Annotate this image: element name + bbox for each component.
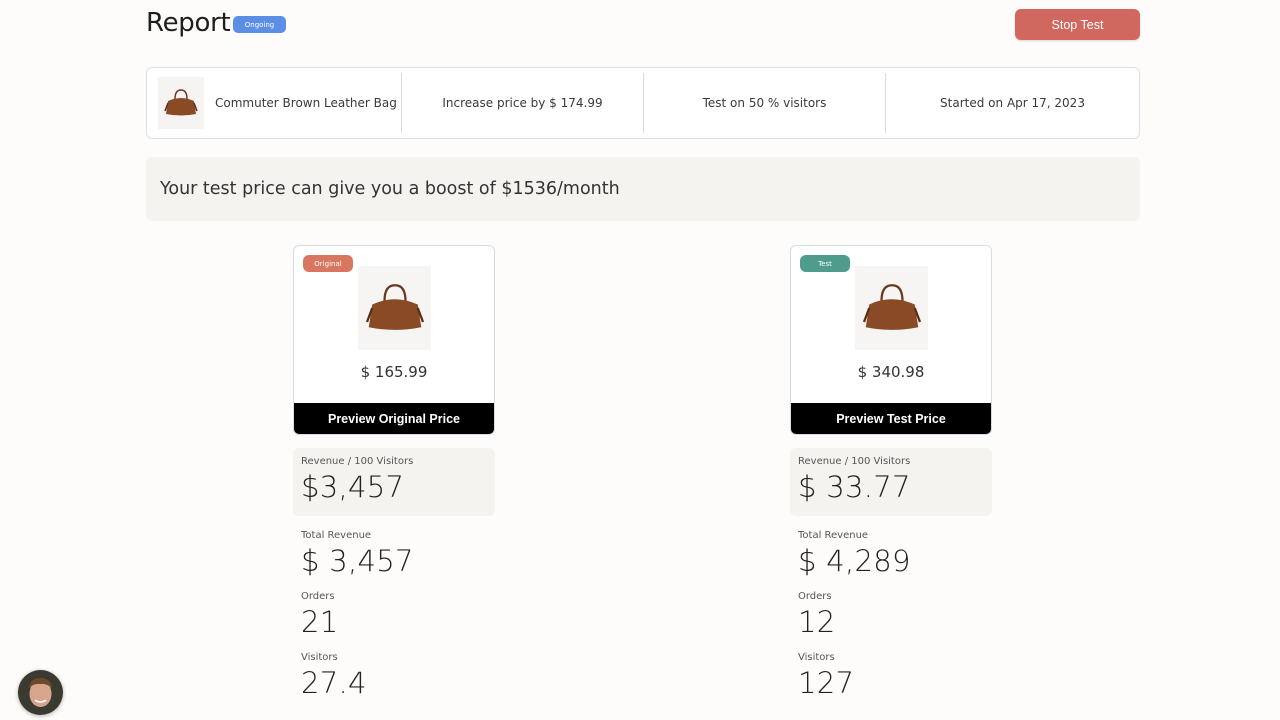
product-image <box>358 266 431 350</box>
start-date-cell: Started on Apr 17, 2023 <box>940 96 1085 110</box>
price-change-cell: Increase price by $ 174.99 <box>402 73 644 133</box>
metric-label: Visitors <box>301 652 338 663</box>
metric-value: 127 <box>798 666 855 700</box>
variant-card: Original $ 165.99 Preview Original Price <box>293 245 495 435</box>
metric-value: $3,457 <box>301 470 405 504</box>
variant-card: Test $ 340.98 Preview Test Price <box>790 245 992 435</box>
audience-cell: Test on 50 % visitors <box>644 73 886 133</box>
metric-value: 12 <box>798 605 836 639</box>
variant-test: Test $ 340.98 Preview Test Price Revenue… <box>790 245 992 700</box>
metric-value: 21 <box>301 605 339 639</box>
product-thumbnail <box>158 77 204 129</box>
metric-value: $ 33.77 <box>798 470 911 504</box>
avatar-face-icon <box>29 678 52 707</box>
total-revenue-metric: Total Revenue $ 4,289 <box>790 530 992 578</box>
status-badge: Ongoing <box>233 16 286 33</box>
revenue-per-100-metric: Revenue / 100 Visitors $3,457 <box>293 448 495 516</box>
metric-value: $ 4,289 <box>798 544 911 578</box>
stop-test-button[interactable]: Stop Test <box>1015 9 1140 40</box>
variant-original: Original $ 165.99 Preview Original Price… <box>293 245 495 700</box>
total-revenue-metric: Total Revenue $ 3,457 <box>293 530 495 578</box>
revenue-per-100-metric: Revenue / 100 Visitors $ 33.77 <box>790 448 992 516</box>
test-info-bar: Commuter Brown Leather Bag Increase pric… <box>146 67 1140 139</box>
metric-label: Total Revenue <box>301 530 372 541</box>
metric-label: Visitors <box>798 652 835 663</box>
orders-metric: Orders 12 <box>790 591 992 639</box>
bag-icon <box>365 284 424 330</box>
variant-tag: Test <box>800 255 850 272</box>
product-image <box>855 266 928 350</box>
visitors-metric: Visitors 127 <box>790 652 992 700</box>
preview-original-price-button[interactable]: Preview Original Price <box>294 403 494 434</box>
metric-label: Orders <box>301 591 335 602</box>
product-name: Commuter Brown Leather Bag <box>215 96 397 110</box>
metric-label: Revenue / 100 Visitors <box>798 456 911 467</box>
metric-value: $ 3,457 <box>301 544 414 578</box>
variant-price: $ 340.98 <box>857 363 925 381</box>
bag-icon <box>862 284 921 330</box>
variant-tag: Original <box>303 255 353 272</box>
boost-banner: Your test price can give you a boost of … <box>146 157 1140 221</box>
metric-label: Total Revenue <box>798 530 869 541</box>
bag-icon <box>164 89 198 116</box>
preview-test-price-button[interactable]: Preview Test Price <box>791 403 991 434</box>
metric-label: Revenue / 100 Visitors <box>301 456 414 467</box>
metric-label: Orders <box>798 591 832 602</box>
user-avatar[interactable] <box>18 670 63 715</box>
orders-metric: Orders 21 <box>293 591 495 639</box>
metric-value: 27.4 <box>301 666 367 700</box>
variant-price: $ 165.99 <box>360 363 428 381</box>
page-title: Report <box>146 8 231 38</box>
product-cell: Commuter Brown Leather Bag <box>147 73 402 133</box>
visitors-metric: Visitors 27.4 <box>293 652 495 700</box>
